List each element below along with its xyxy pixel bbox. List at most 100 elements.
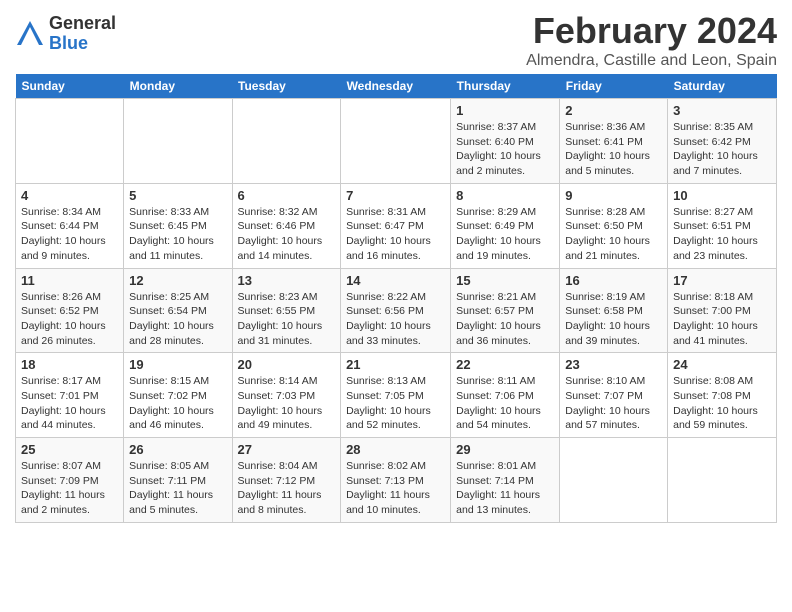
day-number: 10 [673, 188, 771, 203]
day-info: Sunrise: 8:29 AM Sunset: 6:49 PM Dayligh… [456, 205, 554, 264]
day-info: Sunrise: 8:23 AM Sunset: 6:55 PM Dayligh… [238, 290, 336, 349]
day-number: 22 [456, 357, 554, 372]
day-number: 28 [346, 442, 445, 457]
day-number: 2 [565, 103, 662, 118]
day-info: Sunrise: 8:04 AM Sunset: 7:12 PM Dayligh… [238, 459, 336, 518]
day-info: Sunrise: 8:19 AM Sunset: 6:58 PM Dayligh… [565, 290, 662, 349]
header-monday: Monday [124, 74, 232, 99]
day-number: 25 [21, 442, 118, 457]
day-number: 3 [673, 103, 771, 118]
calendar-cell: 11Sunrise: 8:26 AM Sunset: 6:52 PM Dayli… [16, 268, 124, 353]
logo-icon [15, 19, 45, 49]
day-number: 6 [238, 188, 336, 203]
calendar-cell: 24 Sunrise: 8:08 AM Sunset: 7:08 PM Dayli… [668, 353, 777, 438]
day-number: 15 [456, 273, 554, 288]
day-info: Sunrise: 8:11 AM Sunset: 7:06 PM Dayligh… [456, 374, 554, 433]
day-info: Sunrise: 8:01 AM Sunset: 7:14 PM Dayligh… [456, 459, 554, 518]
day-number: 20 [238, 357, 336, 372]
day-info: Sunrise: 8:31 AM Sunset: 6:47 PM Dayligh… [346, 205, 445, 264]
day-info: Sunrise: 8:28 AM Sunset: 6:50 PM Dayligh… [565, 205, 662, 264]
day-info: Sunrise: 8:33 AM Sunset: 6:45 PM Dayligh… [129, 205, 226, 264]
calendar-cell: 10 Sunrise: 8:27 AM Sunset: 6:51 PM Dayli… [668, 183, 777, 268]
logo-general: General [49, 14, 116, 34]
calendar-week-3: 11Sunrise: 8:26 AM Sunset: 6:52 PM Dayli… [16, 268, 777, 353]
calendar-cell: 28 Sunrise: 8:02 AM Sunset: 7:13 PM Dayli… [341, 438, 451, 523]
calendar-cell: 15 Sunrise: 8:21 AM Sunset: 6:57 PM Dayli… [451, 268, 560, 353]
day-number: 26 [129, 442, 226, 457]
calendar-cell: 19Sunrise: 8:15 AM Sunset: 7:02 PM Dayli… [124, 353, 232, 438]
day-number: 16 [565, 273, 662, 288]
calendar-week-1: 1Sunrise: 8:37 AM Sunset: 6:40 PM Daylig… [16, 99, 777, 184]
calendar-week-4: 18Sunrise: 8:17 AM Sunset: 7:01 PM Dayli… [16, 353, 777, 438]
day-info: Sunrise: 8:25 AM Sunset: 6:54 PM Dayligh… [129, 290, 226, 349]
day-number: 5 [129, 188, 226, 203]
calendar-cell: 3 Sunrise: 8:35 AM Sunset: 6:42 PM Daylig… [668, 99, 777, 184]
title-block: February 2024 Almendra, Castille and Leo… [526, 10, 777, 70]
day-info: Sunrise: 8:35 AM Sunset: 6:42 PM Dayligh… [673, 120, 771, 179]
day-number: 7 [346, 188, 445, 203]
calendar-cell: 16 Sunrise: 8:19 AM Sunset: 6:58 PM Dayli… [560, 268, 668, 353]
page-header: General Blue February 2024 Almendra, Cas… [15, 10, 777, 70]
calendar-cell: 1Sunrise: 8:37 AM Sunset: 6:40 PM Daylig… [451, 99, 560, 184]
day-number: 14 [346, 273, 445, 288]
day-number: 9 [565, 188, 662, 203]
day-info: Sunrise: 8:17 AM Sunset: 7:01 PM Dayligh… [21, 374, 118, 433]
day-number: 1 [456, 103, 554, 118]
header-saturday: Saturday [668, 74, 777, 99]
calendar-cell: 20 Sunrise: 8:14 AM Sunset: 7:03 PM Dayli… [232, 353, 341, 438]
calendar-cell: 17 Sunrise: 8:18 AM Sunset: 7:00 PM Dayli… [668, 268, 777, 353]
day-info: Sunrise: 8:10 AM Sunset: 7:07 PM Dayligh… [565, 374, 662, 433]
calendar-cell: 2 Sunrise: 8:36 AM Sunset: 6:41 PM Daylig… [560, 99, 668, 184]
calendar-cell: 12 Sunrise: 8:25 AM Sunset: 6:54 PM Dayli… [124, 268, 232, 353]
day-number: 13 [238, 273, 336, 288]
day-number: 11 [21, 273, 118, 288]
day-info: Sunrise: 8:32 AM Sunset: 6:46 PM Dayligh… [238, 205, 336, 264]
day-info: Sunrise: 8:21 AM Sunset: 6:57 PM Dayligh… [456, 290, 554, 349]
header-wednesday: Wednesday [341, 74, 451, 99]
logo-blue: Blue [49, 34, 116, 54]
calendar-cell [232, 99, 341, 184]
day-info: Sunrise: 8:13 AM Sunset: 7:05 PM Dayligh… [346, 374, 445, 433]
calendar-cell [16, 99, 124, 184]
day-number: 8 [456, 188, 554, 203]
day-info: Sunrise: 8:36 AM Sunset: 6:41 PM Dayligh… [565, 120, 662, 179]
calendar-cell: 7 Sunrise: 8:31 AM Sunset: 6:47 PM Daylig… [341, 183, 451, 268]
calendar-cell [560, 438, 668, 523]
day-info: Sunrise: 8:07 AM Sunset: 7:09 PM Dayligh… [21, 459, 118, 518]
calendar-cell [668, 438, 777, 523]
calendar-week-5: 25 Sunrise: 8:07 AM Sunset: 7:09 PM Dayli… [16, 438, 777, 523]
day-info: Sunrise: 8:18 AM Sunset: 7:00 PM Dayligh… [673, 290, 771, 349]
main-title: February 2024 [526, 10, 777, 52]
calendar-cell: 4 Sunrise: 8:34 AM Sunset: 6:44 PM Daylig… [16, 183, 124, 268]
calendar-cell: 6 Sunrise: 8:32 AM Sunset: 6:46 PM Daylig… [232, 183, 341, 268]
calendar-cell [341, 99, 451, 184]
day-number: 24 [673, 357, 771, 372]
day-info: Sunrise: 8:34 AM Sunset: 6:44 PM Dayligh… [21, 205, 118, 264]
day-number: 4 [21, 188, 118, 203]
calendar-cell: 26Sunrise: 8:05 AM Sunset: 7:11 PM Dayli… [124, 438, 232, 523]
calendar-cell: 8 Sunrise: 8:29 AM Sunset: 6:49 PM Daylig… [451, 183, 560, 268]
day-info: Sunrise: 8:14 AM Sunset: 7:03 PM Dayligh… [238, 374, 336, 433]
header-friday: Friday [560, 74, 668, 99]
calendar-cell: 27 Sunrise: 8:04 AM Sunset: 7:12 PM Dayli… [232, 438, 341, 523]
calendar-cell: 29 Sunrise: 8:01 AM Sunset: 7:14 PM Dayli… [451, 438, 560, 523]
calendar-cell: 18Sunrise: 8:17 AM Sunset: 7:01 PM Dayli… [16, 353, 124, 438]
calendar-cell: 5 Sunrise: 8:33 AM Sunset: 6:45 PM Daylig… [124, 183, 232, 268]
day-info: Sunrise: 8:15 AM Sunset: 7:02 PM Dayligh… [129, 374, 226, 433]
subtitle: Almendra, Castille and Leon, Spain [526, 52, 777, 70]
logo: General Blue [15, 14, 116, 54]
day-info: Sunrise: 8:27 AM Sunset: 6:51 PM Dayligh… [673, 205, 771, 264]
day-info: Sunrise: 8:02 AM Sunset: 7:13 PM Dayligh… [346, 459, 445, 518]
calendar-cell: 22 Sunrise: 8:11 AM Sunset: 7:06 PM Dayli… [451, 353, 560, 438]
calendar-cell: 23 Sunrise: 8:10 AM Sunset: 7:07 PM Dayli… [560, 353, 668, 438]
calendar-header-row: SundayMondayTuesdayWednesdayThursdayFrid… [16, 74, 777, 99]
day-number: 29 [456, 442, 554, 457]
calendar-cell: 21Sunrise: 8:13 AM Sunset: 7:05 PM Dayli… [341, 353, 451, 438]
calendar-week-2: 4 Sunrise: 8:34 AM Sunset: 6:44 PM Daylig… [16, 183, 777, 268]
day-info: Sunrise: 8:08 AM Sunset: 7:08 PM Dayligh… [673, 374, 771, 433]
day-number: 12 [129, 273, 226, 288]
day-number: 27 [238, 442, 336, 457]
day-number: 23 [565, 357, 662, 372]
logo-text: General Blue [49, 14, 116, 54]
day-number: 17 [673, 273, 771, 288]
